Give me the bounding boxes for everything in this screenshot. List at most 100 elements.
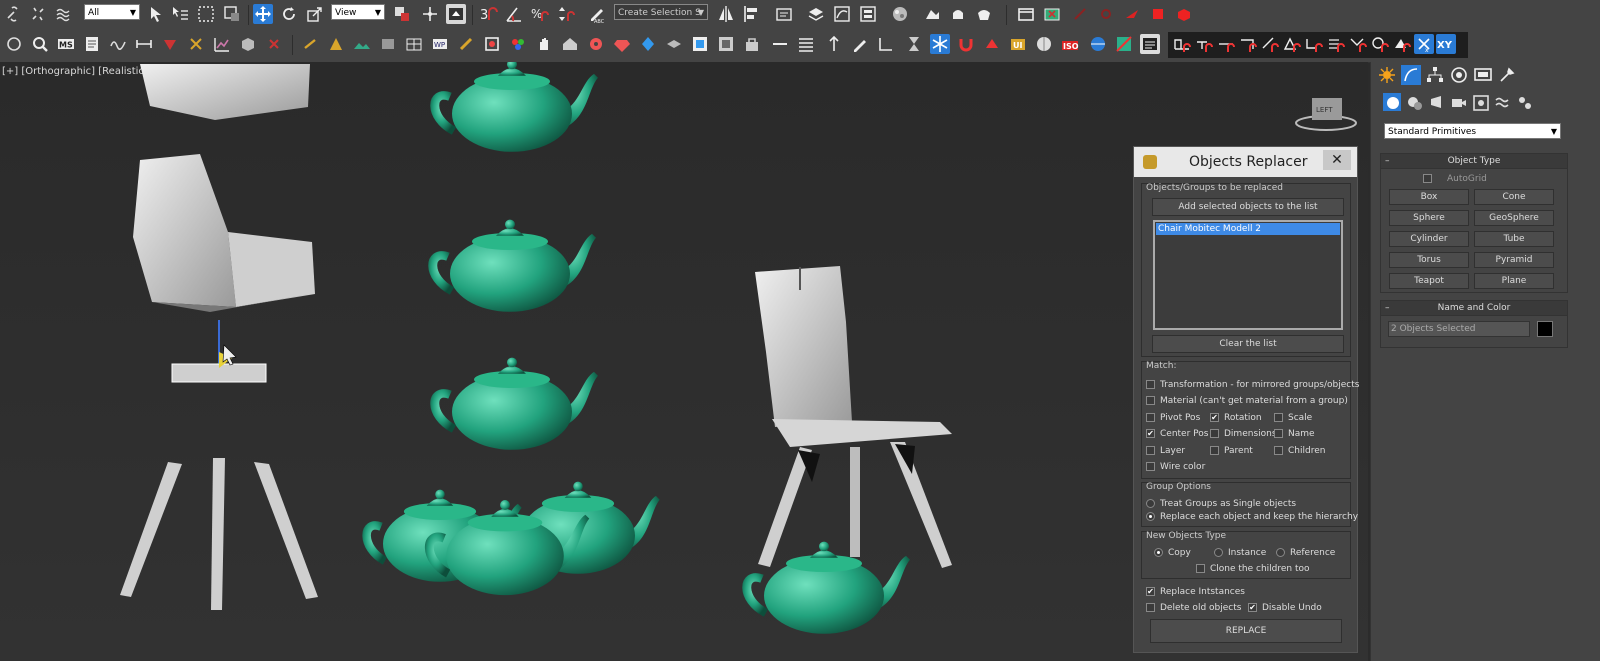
hourglass-tool-icon[interactable] [904,34,924,54]
pyramid-button[interactable]: Pyramid [1474,252,1554,268]
sphere-tool-icon[interactable] [1034,34,1054,54]
snap-tool-icon-13[interactable]: XY [1436,34,1456,54]
name-color-header[interactable]: – Name and Color [1381,301,1567,316]
iso-tool-icon[interactable]: ISO [1060,34,1080,54]
cube-tool-icon[interactable] [238,34,258,54]
selection-filter-dropdown[interactable]: All ▼ [84,4,140,20]
render-production-icon[interactable] [974,4,994,24]
helpers-category-icon[interactable] [1471,93,1489,111]
mirror-icon[interactable] [716,4,736,24]
window-crossing-icon[interactable] [222,4,242,24]
select-and-manipulate-icon[interactable] [420,4,440,24]
percent-snap-icon[interactable]: % [530,4,550,24]
curve-tool-icon[interactable] [108,34,128,54]
script-listener-icon[interactable] [82,34,102,54]
toggle-scene-explorer-icon[interactable] [774,4,794,24]
object-type-header[interactable]: – Object Type [1381,154,1567,169]
maxscript-icon[interactable]: MS [56,34,76,54]
select-and-move-icon[interactable] [253,4,273,24]
camera-tool-icon[interactable] [664,34,684,54]
curve-editor-icon[interactable] [832,4,852,24]
dialog-close-button[interactable]: ✕ [1323,150,1351,170]
select-by-name-icon[interactable] [170,4,190,24]
box-button[interactable]: Box [1389,189,1469,205]
align-icon[interactable] [742,4,762,24]
dialog-title-bar[interactable]: Objects Replacer ✕ [1134,147,1357,177]
select-object-icon[interactable] [146,4,166,24]
red-tool-icon-5[interactable] [1174,4,1194,24]
add-selected-button[interactable]: Add selected objects to the list [1152,198,1344,216]
chair-modell-2[interactable] [755,266,952,568]
replace-button[interactable]: REPLACE [1150,619,1342,643]
chair-legs-left[interactable] [120,458,318,610]
pen-tool-icon[interactable] [850,34,870,54]
link-icon[interactable] [4,4,24,24]
red-tool-icon-4[interactable] [1148,4,1168,24]
teapot-1[interactable] [435,62,598,152]
refresh-icon[interactable] [4,34,24,54]
keyboard-shortcut-override-icon[interactable] [446,4,466,24]
ui-tool-icon[interactable]: UI [1008,34,1028,54]
snap-tool-icon-12[interactable]: x [1414,34,1434,54]
red-tool-icon-3[interactable] [1122,4,1142,24]
bracket-tool-icon[interactable] [186,34,206,54]
box-tool-icon[interactable] [378,34,398,54]
globe-tool-icon[interactable] [1088,34,1108,54]
tube-button[interactable]: Tube [1474,231,1554,247]
snap-tool-icon-8[interactable] [1326,34,1346,54]
line-tool-icon[interactable] [770,34,790,54]
create-tab-icon[interactable] [1377,65,1397,85]
shapes-category-icon[interactable] [1405,93,1423,111]
render-setup-icon[interactable] [922,4,942,24]
diamond-tool-icon[interactable] [638,34,658,54]
snap-tool-icon-3[interactable] [1216,34,1236,54]
select-and-scale-icon[interactable] [305,4,325,24]
snap-tool-icon-7[interactable] [1304,34,1324,54]
grid-tool-icon[interactable] [404,34,424,54]
graph-tool-icon[interactable] [212,34,232,54]
color-box-tool-icon[interactable] [1114,34,1134,54]
edit-named-selection-icon[interactable]: ABC [588,4,608,24]
cylinder-button[interactable]: Cylinder [1389,231,1469,247]
snap-tool-icon-4[interactable] [1238,34,1258,54]
clear-list-button[interactable]: Clear the list [1152,335,1344,353]
list-item[interactable]: Chair Mobitec Modell 2 [1156,223,1340,235]
cross-tool-icon[interactable] [264,34,284,54]
red-arrow-tool-icon[interactable] [160,34,180,54]
chair-seat-top[interactable] [140,64,310,120]
magnet-tool-icon[interactable] [956,34,976,54]
utilities-tab-icon[interactable] [1497,65,1517,85]
object-color-swatch[interactable] [1537,321,1553,337]
frame-tool-icon[interactable] [716,34,736,54]
panel-tool-icon[interactable] [1140,34,1160,54]
render-to-texture-icon[interactable] [1042,4,1062,24]
object-name-field[interactable]: 2 Objects Selected [1388,321,1530,337]
red-tool-icon-1[interactable] [1070,4,1090,24]
snaps-toggle-icon[interactable]: 3 [478,4,498,24]
pivot-center-icon[interactable] [392,4,412,24]
red-tool-icon-2[interactable] [1096,4,1116,24]
snap-tool-icon-1[interactable] [1172,34,1192,54]
hierarchy-tab-icon[interactable] [1425,65,1445,85]
snowflake-tool-icon[interactable] [930,34,950,54]
teapot-3[interactable] [435,358,598,450]
hand-tool-icon[interactable] [534,34,554,54]
tree-tool-icon[interactable] [824,34,844,54]
zoom-icon[interactable] [30,34,50,54]
chain-tool-icon[interactable] [300,34,320,54]
snap-tool-icon-10[interactable] [1370,34,1390,54]
geosphere-button[interactable]: GeoSphere [1474,210,1554,226]
unlink-icon[interactable] [28,4,48,24]
pipe-tool-icon[interactable] [586,34,606,54]
fill-tool-icon[interactable] [982,34,1002,54]
sphere-button[interactable]: Sphere [1389,210,1469,226]
snap-tool-icon-2[interactable] [1194,34,1214,54]
bracket-box-icon[interactable] [482,34,502,54]
display-tab-icon[interactable] [1473,65,1493,85]
category-dropdown[interactable]: Standard Primitives ▼ [1384,123,1561,139]
cameras-category-icon[interactable] [1449,93,1467,111]
lights-category-icon[interactable] [1427,93,1445,111]
systems-category-icon[interactable] [1515,93,1533,111]
viewcube[interactable]: LEFT [1295,98,1357,131]
cone-button[interactable]: Cone [1474,189,1554,205]
